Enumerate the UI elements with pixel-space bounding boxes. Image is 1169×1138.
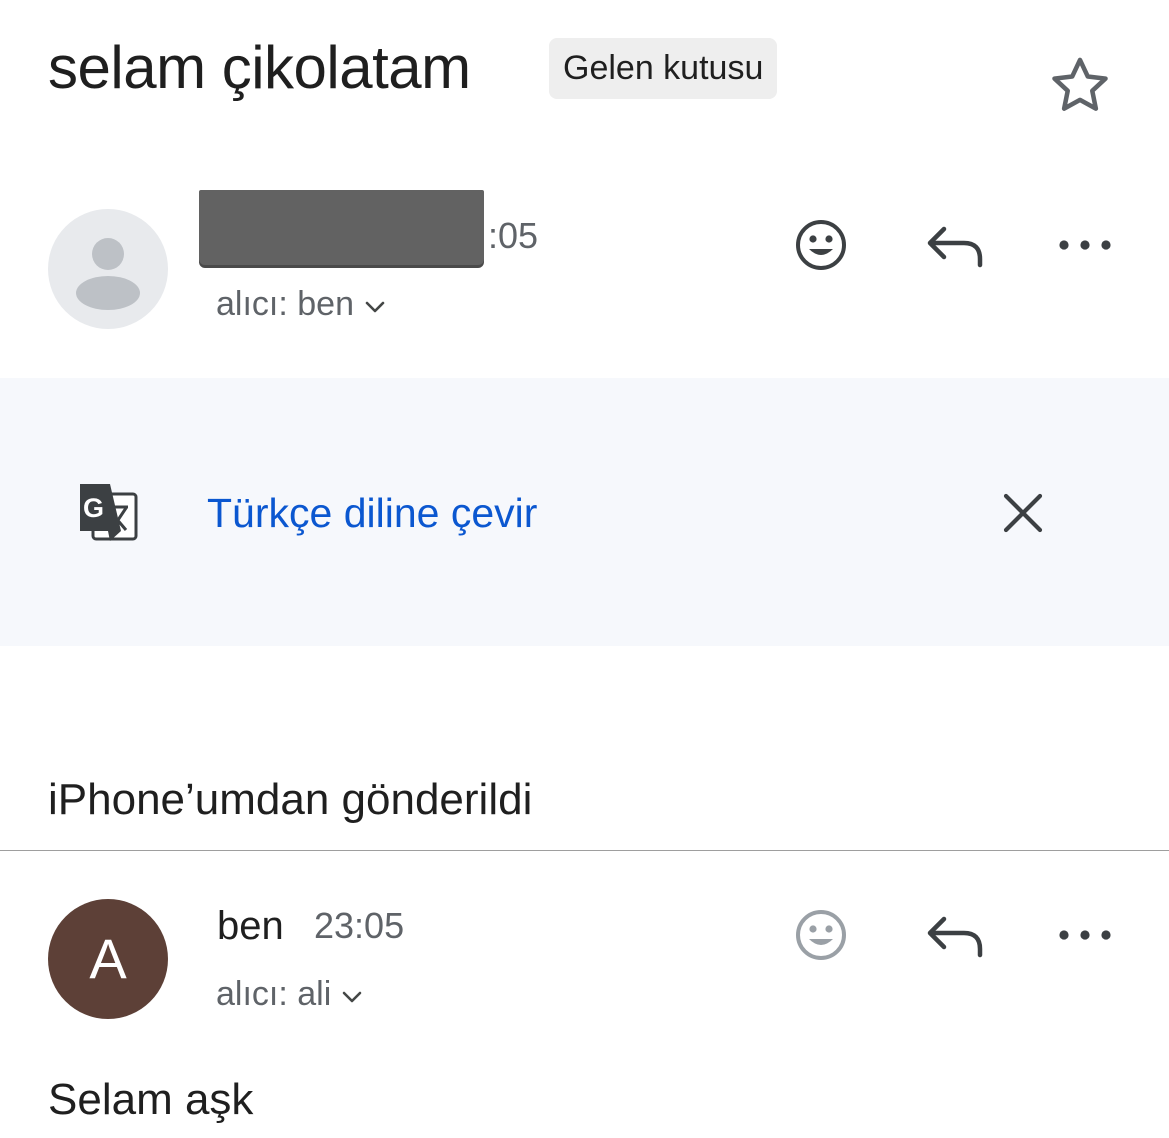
message-body-signature: iPhone’umdan gönderildi xyxy=(48,775,533,824)
message-time: 23:05 xyxy=(314,905,405,946)
star-icon[interactable] xyxy=(1046,52,1114,120)
more-options-button[interactable] xyxy=(1050,900,1120,970)
dismiss-translate-button[interactable] xyxy=(992,482,1054,544)
reply-icon xyxy=(927,226,983,268)
message-body: Selam aşk xyxy=(48,1075,254,1124)
reply-button[interactable] xyxy=(919,210,989,280)
chevron-down-icon xyxy=(341,971,363,1015)
reply-icon xyxy=(927,916,983,958)
translate-link[interactable]: Türkçe diline çevir xyxy=(207,488,537,538)
email-subject: selam çikolatam xyxy=(48,34,471,101)
add-reaction-button[interactable] xyxy=(786,210,856,280)
svg-text:G: G xyxy=(83,493,104,523)
message-divider xyxy=(0,850,1169,851)
recipient-details-toggle[interactable]: alıcı: ali xyxy=(216,972,363,1016)
sender-name: ben xyxy=(217,904,284,948)
chevron-down-icon xyxy=(364,281,386,325)
reply-button[interactable] xyxy=(919,900,989,970)
sender-avatar[interactable] xyxy=(48,209,168,329)
add-reaction-button[interactable] xyxy=(786,900,856,970)
more-icon xyxy=(1059,930,1111,940)
recipient-label: alıcı: ali xyxy=(216,975,332,1013)
close-icon xyxy=(1003,493,1043,533)
emoji-icon xyxy=(796,220,846,270)
redacted-sender-name xyxy=(199,190,484,265)
sender-avatar[interactable]: A xyxy=(48,899,168,1019)
more-icon xyxy=(1059,240,1111,250)
google-translate-icon: G xyxy=(77,481,139,543)
recipient-label: alıcı: ben xyxy=(216,285,354,323)
more-options-button[interactable] xyxy=(1050,210,1120,280)
recipient-details-toggle[interactable]: alıcı: ben xyxy=(216,282,386,326)
inbox-label-chip[interactable]: Gelen kutusu xyxy=(549,38,778,99)
emoji-icon xyxy=(796,910,846,960)
person-icon xyxy=(76,238,140,310)
